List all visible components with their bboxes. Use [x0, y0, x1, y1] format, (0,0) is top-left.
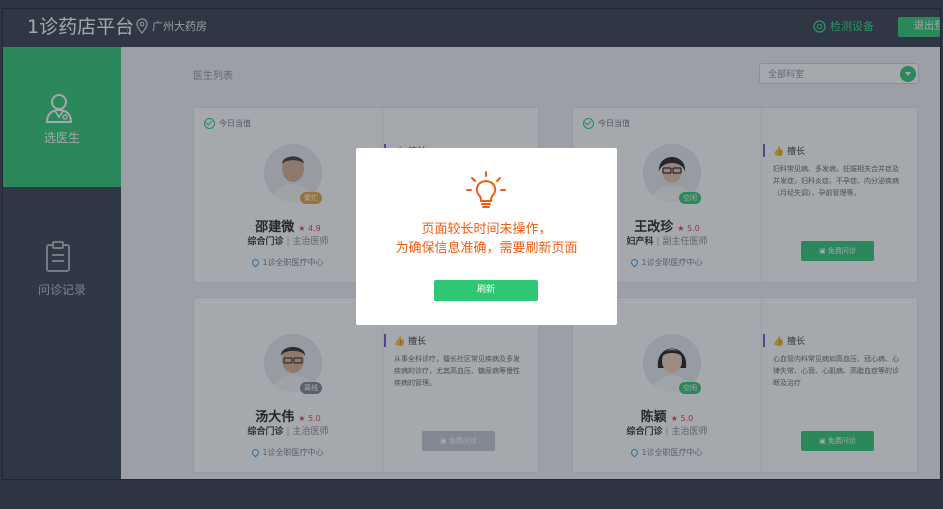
dialog-message-line2: 为确保信息准确，需要刷新页面 — [395, 241, 578, 256]
session-timeout-dialog: 页面较长时间未操作， 为确保信息准确，需要刷新页面 刷新 — [356, 148, 617, 325]
lightbulb-icon — [466, 171, 506, 208]
refresh-button[interactable]: 刷新 — [434, 280, 538, 301]
dialog-message-line1: 页面较长时间未操作， — [421, 222, 552, 237]
